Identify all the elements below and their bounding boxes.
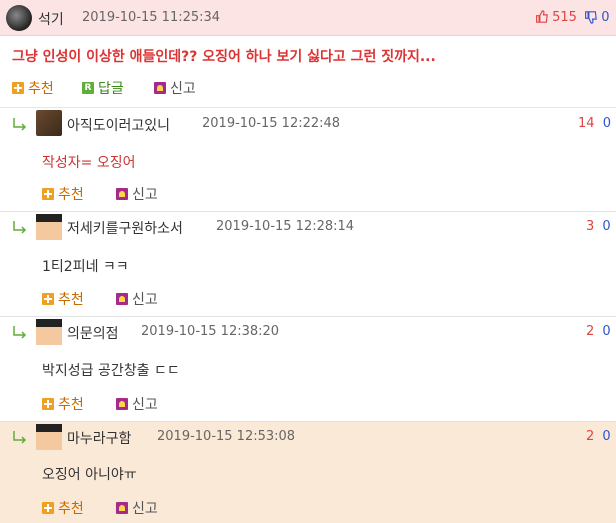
report-icon [116,502,128,514]
plus-icon [42,188,54,200]
post-upvote-count: 515 [552,10,577,25]
reply-item: 아직도이러고있니 2019-10-15 12:22:48 14 0 작성자= 오… [0,108,616,212]
reply-downvote-count[interactable]: 0 [602,219,610,234]
post-body: 그냥 인성이 이상한 애들인데?? 오징어 하나 보기 싫다고 그런 짓까지..… [0,36,616,108]
reply-author-avatar[interactable] [36,214,62,240]
reply-votes: 14 0 [578,116,611,131]
reply-author-name[interactable]: 아직도이러고있니 [67,115,170,135]
report-icon [116,398,128,410]
reply-upvote-count[interactable]: 2 [586,324,594,339]
reply-votes: 3 0 [586,219,611,234]
plus-icon [42,293,54,305]
report-button[interactable]: 신고 [116,184,158,204]
report-icon [116,293,128,305]
reply-item: 저세키를구원하소서 2019-10-15 12:28:14 3 0 1티2피네 … [0,212,616,317]
reply-content: 작성자= 오징어 [42,155,136,171]
reply-votes: 2 0 [586,429,611,444]
reply-author-name[interactable]: 의문의점 [67,323,119,343]
reply-arrow-icon [13,118,27,131]
reply-date: 2019-10-15 12:53:08 [157,429,296,444]
reply-author-name[interactable]: 마누라구함 [67,428,131,448]
reply-arrow-icon [13,221,27,234]
reply-item: 의문의점 2019-10-15 12:38:20 2 0 박지성급 공간창출 ㄷ… [0,317,616,422]
plus-icon [42,398,54,410]
reply-upvote-count[interactable]: 14 [578,116,595,131]
reply-arrow-icon [13,326,27,339]
recommend-button[interactable]: 추천 [42,184,84,204]
report-button[interactable]: 신고 [116,394,158,414]
reply-author-avatar[interactable] [36,319,62,345]
report-icon [116,188,128,200]
plus-icon [12,82,24,94]
reply-votes: 2 0 [586,324,611,339]
report-button[interactable]: 신고 [116,498,158,518]
post-downvote-count: 0 [601,10,610,25]
reply-content: 오징어 아니야ㅠ [42,467,137,483]
reply-downvote-count[interactable]: 0 [603,116,611,131]
post-votes: 515 0 [535,10,610,25]
reply-author-avatar[interactable] [36,424,62,450]
reply-author-avatar[interactable] [36,110,62,136]
reply-arrow-icon [13,431,27,444]
reply-content: 박지성급 공간창출 ㄷㄷ [42,363,180,379]
recommend-button[interactable]: 추천 [42,498,84,518]
report-button[interactable]: 신고 [116,289,158,309]
reply-button[interactable]: R 답글 [82,78,124,98]
reply-icon: R [82,82,94,94]
recommend-button[interactable]: 추천 [42,289,84,309]
recommend-button[interactable]: 추천 [12,78,54,98]
reply-upvote-count[interactable]: 2 [586,429,594,444]
thumbs-down-icon[interactable] [584,11,597,24]
post-author-name[interactable]: 석기 [38,9,64,29]
reply-date: 2019-10-15 12:38:20 [141,324,280,339]
reply-downvote-count[interactable]: 0 [602,429,610,444]
thumbs-up-icon[interactable] [535,10,548,23]
reply-date: 2019-10-15 12:22:48 [202,116,341,131]
post-date: 2019-10-15 11:25:34 [82,10,221,25]
reply-downvote-count[interactable]: 0 [602,324,610,339]
post-content: 그냥 인성이 이상한 애들인데?? 오징어 하나 보기 싫다고 그런 짓까지..… [12,49,436,65]
reply-item: 마누라구함 2019-10-15 12:53:08 2 0 오징어 아니야ㅠ 추… [0,422,616,523]
report-button[interactable]: 신고 [154,78,196,98]
report-icon [154,82,166,94]
reply-author-name[interactable]: 저세키를구원하소서 [67,218,183,238]
post-author-avatar[interactable] [6,5,32,31]
post-header: 석기 2019-10-15 11:25:34 515 0 [0,0,616,36]
reply-upvote-count[interactable]: 3 [586,219,594,234]
plus-icon [42,502,54,514]
recommend-button[interactable]: 추천 [42,394,84,414]
reply-content: 1티2피네 ㅋㅋ [42,259,129,275]
reply-date: 2019-10-15 12:28:14 [216,219,355,234]
